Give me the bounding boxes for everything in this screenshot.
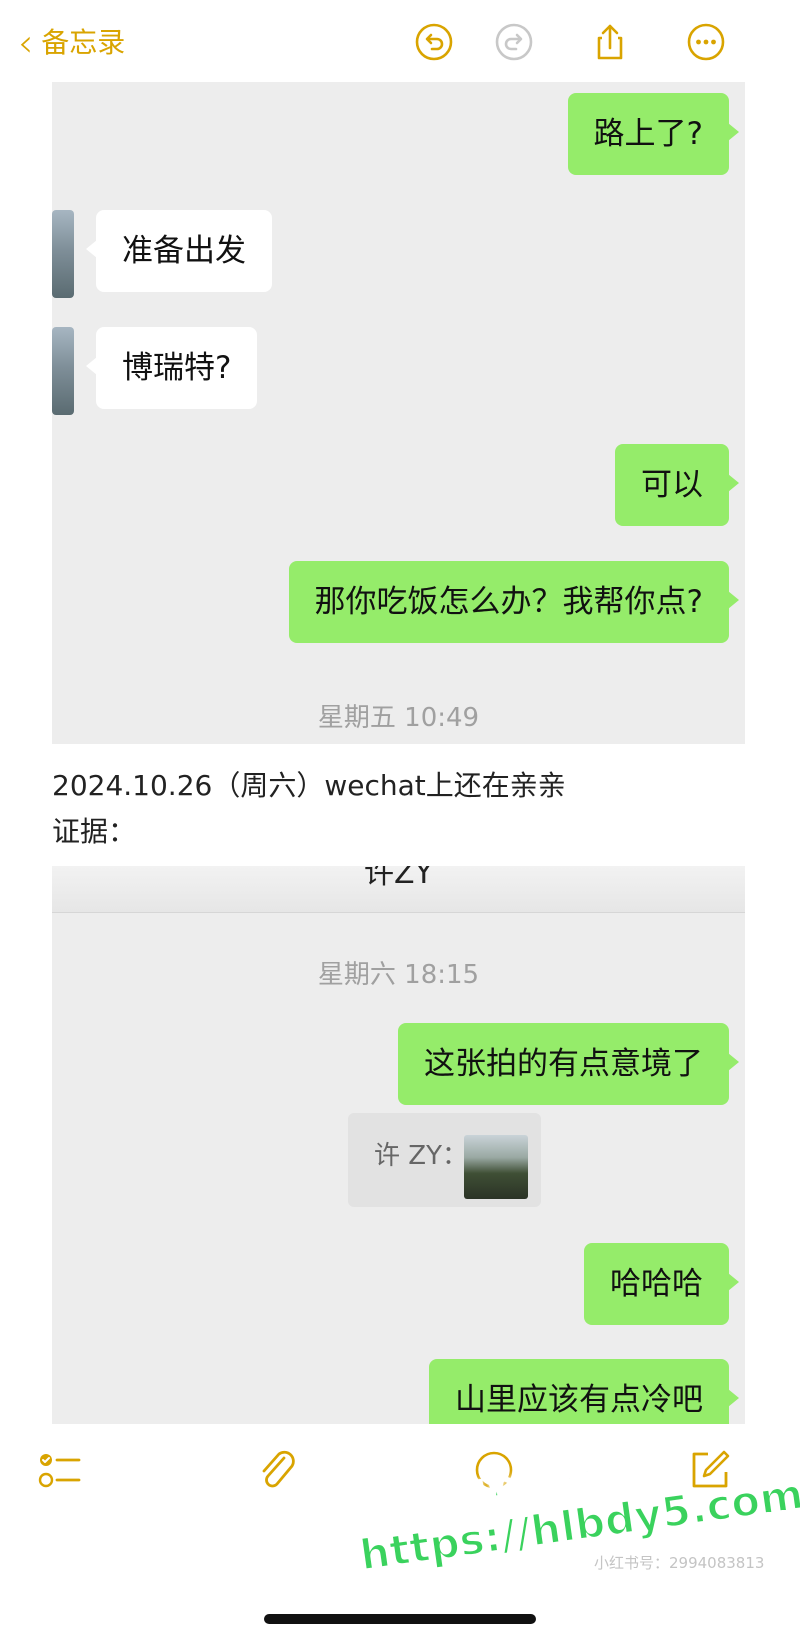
- more-icon[interactable]: [686, 22, 726, 62]
- message-timestamp: 星期六 18:15: [317, 960, 480, 990]
- message-bubble: 路上了?: [567, 93, 740, 175]
- quote-label: 许 ZY：: [374, 1141, 468, 1171]
- message-bubble: 这张拍的有点意境了: [398, 1023, 739, 1105]
- message-timestamp: 星期五 10:49: [317, 703, 480, 733]
- share-icon[interactable]: [590, 22, 630, 62]
- note-text-line-2: 证据：: [52, 815, 137, 848]
- chat-screenshot-1: 路上了? 准备出发 博瑞特? 可以 那你吃饭怎么办？我帮你点? 星期五 10:4…: [52, 82, 745, 744]
- avatar: [52, 210, 74, 298]
- note-text-line-1: 2024.10.26（周六）wechat上还在亲亲: [52, 769, 566, 802]
- undo-icon[interactable]: [414, 22, 454, 62]
- quoted-photo-thumbnail: [464, 1135, 528, 1199]
- redo-icon[interactable]: [494, 22, 534, 62]
- chevron-left-icon: ‹: [18, 21, 34, 65]
- back-label: 备忘录: [41, 26, 126, 59]
- avatar: [52, 327, 74, 415]
- xiaohongshu-id: 小红书号：2994083813: [594, 1554, 765, 1572]
- chat-contact-name: 许ZY: [364, 866, 433, 891]
- chat-header: 许ZY: [52, 866, 745, 913]
- checklist-icon[interactable]: [36, 1446, 84, 1494]
- message-bubble: 哈哈哈: [584, 1243, 739, 1325]
- message-bubble: 那你吃饭怎么办？我帮你点?: [288, 561, 740, 643]
- quoted-image-reply[interactable]: 许 ZY：: [348, 1113, 541, 1207]
- message-bubble: 可以: [615, 444, 739, 526]
- back-button[interactable]: ‹ 备忘录: [18, 24, 125, 62]
- paperclip-icon[interactable]: [254, 1446, 302, 1494]
- message-bubble: 博瑞特?: [85, 327, 258, 409]
- message-bubble: 准备出发: [86, 210, 272, 292]
- home-indicator: [264, 1614, 536, 1624]
- message-bubble: 山里应该有点冷吧: [429, 1359, 739, 1424]
- chat-screenshot-2: 许ZY 星期六 18:15 这张拍的有点意境了 许 ZY： 哈哈哈 山里应该有点…: [52, 866, 745, 1424]
